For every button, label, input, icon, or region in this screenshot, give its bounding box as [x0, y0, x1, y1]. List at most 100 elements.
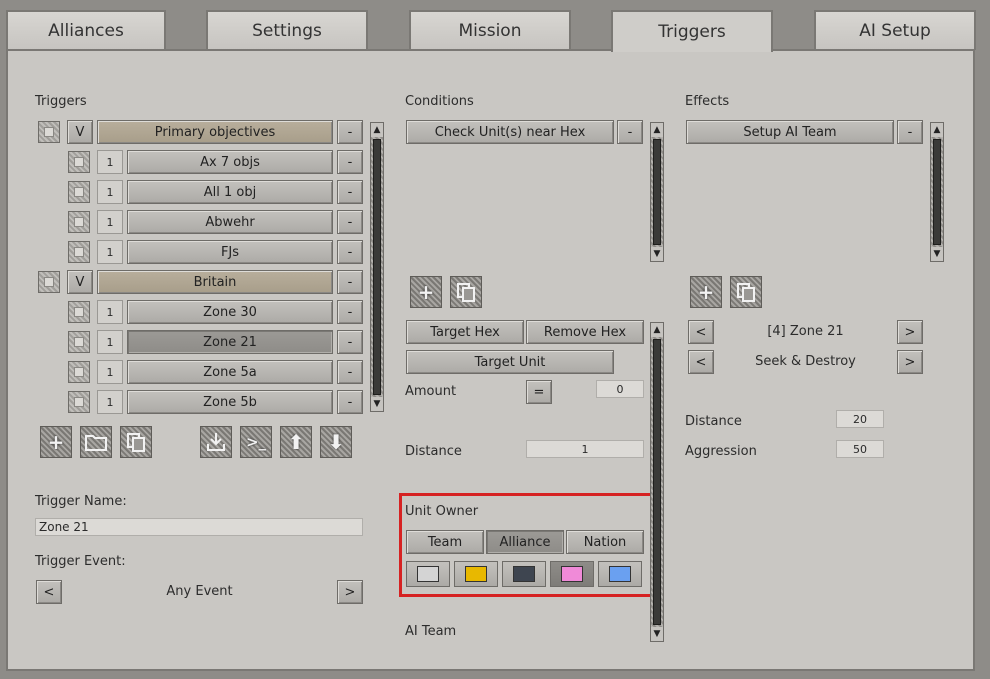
add-condition-button[interactable]: + [410, 276, 442, 308]
triggers-scrollbar[interactable]: ▲ ▼ [370, 122, 384, 412]
scroll-down-icon[interactable]: ▼ [651, 627, 663, 641]
remove-condition-button[interactable]: - [617, 120, 643, 144]
trigger-checkbox[interactable] [68, 301, 90, 323]
scroll-up-icon[interactable]: ▲ [931, 123, 943, 137]
trigger-checkbox[interactable] [68, 181, 90, 203]
owner-color-swatch[interactable] [406, 561, 450, 587]
target-unit-button[interactable]: Target Unit [406, 350, 614, 374]
trigger-checkbox[interactable] [68, 331, 90, 353]
trigger-item[interactable]: Zone 21 [127, 330, 333, 354]
condition-item[interactable]: Check Unit(s) near Hex [406, 120, 614, 144]
trigger-item[interactable]: All 1 obj [127, 180, 333, 204]
unit-owner-label: Unit Owner [405, 504, 479, 519]
owner-color-swatch[interactable] [502, 561, 546, 587]
remove-hex-button[interactable]: Remove Hex [526, 320, 644, 344]
group-toggle[interactable]: V [67, 120, 93, 144]
remove-trigger-button[interactable]: - [337, 180, 363, 204]
event-prev-button[interactable]: < [36, 580, 62, 604]
trigger-item[interactable]: Abwehr [127, 210, 333, 234]
remove-trigger-button[interactable]: - [337, 330, 363, 354]
import-trigger-button[interactable] [200, 426, 232, 458]
condition-distance-label: Distance [405, 444, 462, 459]
remove-trigger-button[interactable]: - [337, 360, 363, 384]
trigger-item[interactable]: Zone 30 [127, 300, 333, 324]
trigger-checkbox[interactable] [68, 361, 90, 383]
owner-color-swatch[interactable] [598, 561, 642, 587]
owner-nation-button[interactable]: Nation [566, 530, 644, 554]
trigger-count: 1 [97, 180, 123, 204]
import-icon [207, 433, 225, 451]
scroll-thumb[interactable] [653, 339, 661, 625]
tab-mission[interactable]: Mission [409, 10, 571, 50]
effects-scrollbar[interactable]: ▲ ▼ [930, 122, 944, 262]
amount-operator-button[interactable]: = [526, 380, 552, 404]
add-group-button[interactable] [80, 426, 112, 458]
owner-alliance-button[interactable]: Alliance [486, 530, 564, 554]
target-hex-button[interactable]: Target Hex [406, 320, 524, 344]
effect-distance-input[interactable]: 20 [836, 410, 884, 428]
trigger-item[interactable]: FJs [127, 240, 333, 264]
ai-team-label: AI Team [405, 624, 457, 639]
group-toggle[interactable]: V [67, 270, 93, 294]
trigger-name-input[interactable]: Zone 21 [35, 518, 363, 536]
copy-effect-button[interactable] [730, 276, 762, 308]
aggression-input[interactable]: 50 [836, 440, 884, 458]
condition-distance-input[interactable]: 1 [526, 440, 644, 458]
copy-icon [737, 283, 755, 302]
event-next-button[interactable]: > [337, 580, 363, 604]
add-effect-button[interactable]: + [690, 276, 722, 308]
tab-alliances[interactable]: Alliances [6, 10, 166, 50]
remove-trigger-button[interactable]: - [337, 210, 363, 234]
amount-input[interactable]: 0 [596, 380, 644, 398]
trigger-group[interactable]: Primary objectives [97, 120, 333, 144]
remove-trigger-button[interactable]: - [337, 300, 363, 324]
owner-team-button[interactable]: Team [406, 530, 484, 554]
add-trigger-button[interactable]: + [40, 426, 72, 458]
copy-trigger-button[interactable] [120, 426, 152, 458]
trigger-item[interactable]: Zone 5b [127, 390, 333, 414]
remove-trigger-button[interactable]: - [337, 150, 363, 174]
scroll-up-icon[interactable]: ▲ [371, 123, 383, 137]
trigger-group[interactable]: Britain [97, 270, 333, 294]
trigger-checkbox[interactable] [68, 151, 90, 173]
trigger-checkbox[interactable] [68, 241, 90, 263]
trigger-checkbox[interactable] [68, 211, 90, 233]
tab-ai-setup[interactable]: AI Setup [814, 10, 976, 50]
scroll-thumb[interactable] [373, 139, 381, 395]
remove-effect-button[interactable]: - [897, 120, 923, 144]
plus-icon: + [417, 280, 435, 304]
conditions-heading: Conditions [405, 94, 474, 109]
trigger-item[interactable]: Zone 5a [127, 360, 333, 384]
mode-next-button[interactable]: > [897, 350, 923, 374]
scroll-up-icon[interactable]: ▲ [651, 123, 663, 137]
owner-color-swatch[interactable] [454, 561, 498, 587]
scroll-down-icon[interactable]: ▼ [651, 247, 663, 261]
effect-item[interactable]: Setup AI Team [686, 120, 894, 144]
scroll-thumb[interactable] [933, 139, 941, 245]
scroll-up-icon[interactable]: ▲ [651, 323, 663, 337]
tab-settings[interactable]: Settings [206, 10, 368, 50]
zone-prev-button[interactable]: < [688, 320, 714, 344]
tab-triggers[interactable]: Triggers [611, 10, 773, 52]
remove-trigger-button[interactable]: - [337, 120, 363, 144]
zone-next-button[interactable]: > [897, 320, 923, 344]
trigger-checkbox[interactable] [68, 391, 90, 413]
color-chip [561, 566, 583, 582]
conditions-scrollbar[interactable]: ▲ ▼ [650, 122, 664, 262]
move-down-button[interactable]: ⬇ [320, 426, 352, 458]
scroll-thumb[interactable] [653, 139, 661, 245]
scroll-down-icon[interactable]: ▼ [371, 397, 383, 411]
trigger-item[interactable]: Ax 7 objs [127, 150, 333, 174]
remove-trigger-button[interactable]: - [337, 240, 363, 264]
console-button[interactable]: >_ [240, 426, 272, 458]
mode-prev-button[interactable]: < [688, 350, 714, 374]
remove-trigger-button[interactable]: - [337, 390, 363, 414]
condition-params-scrollbar[interactable]: ▲ ▼ [650, 322, 664, 642]
trigger-checkbox[interactable] [38, 121, 60, 143]
copy-condition-button[interactable] [450, 276, 482, 308]
move-up-button[interactable]: ⬆ [280, 426, 312, 458]
remove-trigger-button[interactable]: - [337, 270, 363, 294]
scroll-down-icon[interactable]: ▼ [931, 247, 943, 261]
owner-color-swatch[interactable] [550, 561, 594, 587]
trigger-checkbox[interactable] [38, 271, 60, 293]
